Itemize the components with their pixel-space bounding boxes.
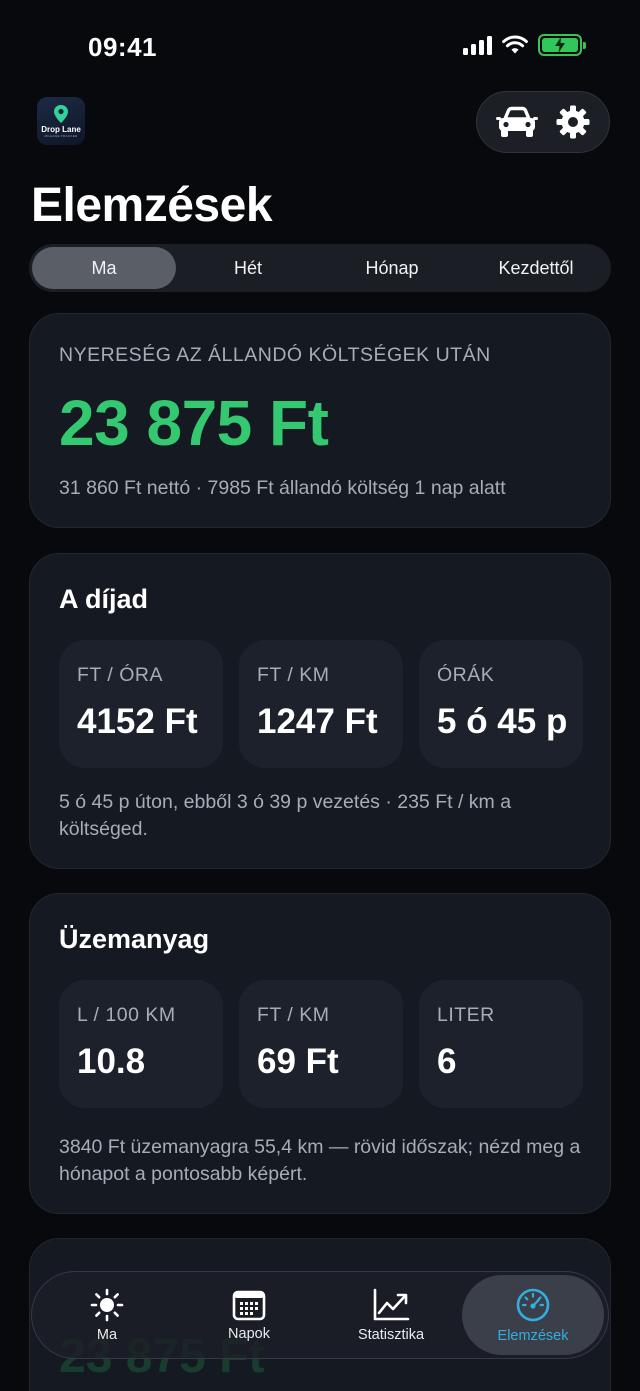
fuel-note: 3840 Ft üzemanyagra 55,4 km — rövid idős… — [59, 1136, 581, 1185]
rate-tiles: FT / ÓRA 4152 Ft FT / KM 1247 Ft ÓRÁK 5 … — [59, 640, 583, 768]
tile-label: FT / KM — [257, 664, 330, 686]
tile-value: 10.8 — [77, 1042, 146, 1081]
fuel-title: Üzemanyag — [59, 924, 210, 954]
bottom-tab-bar: Ma Napok Statisztika Elemzések — [31, 1271, 609, 1359]
tile-label: ÓRÁK — [437, 664, 495, 686]
tile-label: FT / KM — [257, 1004, 330, 1026]
fuel-tile-consumption: L / 100 KM 10.8 — [59, 980, 223, 1108]
cellular-signal-icon — [463, 35, 492, 55]
tab-label: Napok — [228, 1325, 270, 1342]
tab-days[interactable]: Napok — [178, 1275, 320, 1355]
gear-icon[interactable] — [555, 104, 591, 140]
rate-tile-per-km: FT / KM 1247 Ft — [239, 640, 403, 768]
speedometer-icon — [516, 1288, 550, 1321]
tab-analytics[interactable]: Elemzések — [462, 1275, 604, 1355]
status-icons — [463, 34, 586, 56]
period-segmented-control: Ma Hét Hónap Kezdettől — [29, 244, 611, 292]
segment-today[interactable]: Ma — [32, 247, 176, 289]
rate-card: A díjad FT / ÓRA 4152 Ft FT / KM 1247 Ft… — [29, 553, 611, 869]
wifi-icon — [502, 35, 528, 54]
rate-title: A díjad — [59, 584, 149, 614]
tile-label: FT / ÓRA — [77, 664, 163, 686]
logo-text: Drop Lane — [41, 125, 81, 134]
profit-card: NYERESÉG AZ ÁLLANDÓ KÖLTSÉGEK UTÁN 23 87… — [29, 313, 611, 528]
profit-overline: NYERESÉG AZ ÁLLANDÓ KÖLTSÉGEK UTÁN — [59, 344, 491, 366]
fuel-tiles: L / 100 KM 10.8 FT / KM 69 Ft LITER 6 — [59, 980, 583, 1108]
rate-tile-per-hour: FT / ÓRA 4152 Ft — [59, 640, 223, 768]
car-icon[interactable] — [495, 105, 538, 139]
fuel-tile-per-km: FT / KM 69 Ft — [239, 980, 403, 1108]
sun-icon — [90, 1288, 124, 1321]
battery-icon — [538, 34, 586, 56]
tile-value: 69 Ft — [257, 1042, 339, 1081]
rate-tile-hours: ÓRÁK 5 ó 45 p — [419, 640, 583, 768]
map-pin-icon — [54, 105, 68, 123]
segment-month[interactable]: Hónap — [320, 247, 464, 289]
tab-label: Statisztika — [357, 1326, 425, 1343]
tile-label: L / 100 KM — [77, 1004, 176, 1026]
tab-label: Ma — [96, 1326, 118, 1343]
tile-label: LITER — [437, 1004, 495, 1026]
segment-week[interactable]: Hét — [176, 247, 320, 289]
app-logo: Drop Lane MILEAGE TRACKER — [37, 97, 85, 145]
tab-label: Elemzések — [497, 1327, 569, 1344]
chart-line-icon — [373, 1288, 410, 1320]
profit-value: 23 875 Ft — [59, 387, 329, 459]
header-actions — [476, 91, 610, 153]
status-bar: 09:41 — [0, 0, 640, 90]
status-time: 09:41 — [88, 32, 157, 62]
profit-note: 31 860 Ft nettó · 7985 Ft állandó költsé… — [59, 477, 506, 499]
rate-note: 5 ó 45 p úton, ebből 3 ó 39 p vezetés · … — [59, 791, 512, 840]
fuel-tile-liters: LITER 6 — [419, 980, 583, 1108]
tile-value: 6 — [437, 1042, 457, 1081]
segment-all-time[interactable]: Kezdettől — [464, 247, 608, 289]
page-title: Elemzések — [31, 179, 273, 232]
tile-value: 1247 Ft — [257, 702, 378, 741]
tile-value: 5 ó 45 p — [437, 702, 568, 741]
logo-subtext: MILEAGE TRACKER — [44, 134, 78, 138]
tab-statistics[interactable]: Statisztika — [320, 1275, 462, 1355]
fuel-card: Üzemanyag L / 100 KM 10.8 FT / KM 69 Ft … — [29, 893, 611, 1214]
tab-today[interactable]: Ma — [36, 1275, 178, 1355]
calendar-icon — [232, 1290, 266, 1320]
tile-value: 4152 Ft — [77, 702, 198, 741]
